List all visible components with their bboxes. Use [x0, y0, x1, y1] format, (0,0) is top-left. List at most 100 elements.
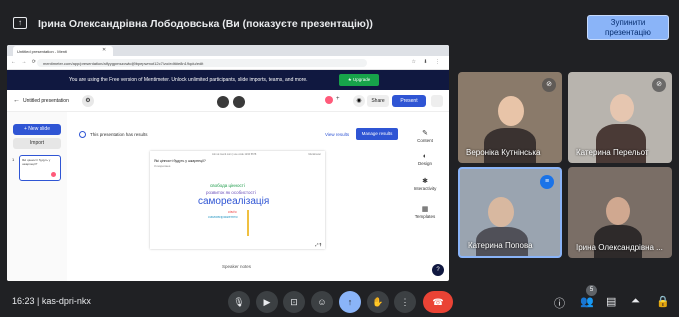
microphone-button[interactable]: 🎙: [228, 291, 250, 313]
upgrade-banner: You are using the Free version of Mentim…: [7, 70, 449, 90]
browser-nav-icons[interactable]: ← → ⟳: [11, 59, 38, 65]
present-button[interactable]: Present: [392, 95, 426, 107]
tab-title: Untitled presentation - Menti: [17, 49, 68, 54]
word-cloud-word: самовираження: [208, 214, 238, 219]
slide-question: Які цінності будуть у шкарпеції?: [154, 159, 206, 163]
slide-number: 1: [12, 157, 15, 162]
interactivity-panel-button[interactable]: ✱ Interactivity: [405, 177, 445, 191]
settings-icon[interactable]: ⚙: [82, 95, 94, 107]
participant-name: Вероніка Кутнінська: [466, 148, 541, 157]
people-icon[interactable]: 👥: [580, 295, 594, 308]
captions-icon: ⊡: [290, 297, 298, 307]
back-arrow-icon[interactable]: ←: [13, 97, 20, 104]
content-panel-button[interactable]: ✎ Content: [405, 129, 445, 143]
captions-button[interactable]: ⊡: [283, 291, 305, 313]
participant-face: [610, 94, 634, 122]
leave-call-button[interactable]: ☎: [423, 291, 453, 313]
undo-icon[interactable]: [217, 96, 229, 108]
speaker-notes[interactable]: Speaker notes: [222, 264, 251, 269]
thumbnail-text: Які цінності будуть у шкарпеції?: [22, 158, 51, 166]
shared-screen: Untitled presentation - Menti ✕ ← → ⟳ me…: [7, 45, 449, 281]
slide-thumb-indicator: [51, 172, 56, 177]
design-panel-button[interactable]: ◐ Design: [405, 153, 445, 166]
info-icon: [79, 131, 86, 138]
meet-bottom-bar: 16:23 | kas-dpri-nkx 🎙 ▶ ⊡ ☺ ↑ ✋ ⋮ ☎ ⓘ 5…: [0, 285, 679, 317]
slide-brand: Mentimeter: [308, 153, 321, 156]
camera-button[interactable]: ▶: [256, 291, 278, 313]
slide-controls-icon[interactable]: ⤢ ⬆: [315, 242, 322, 247]
interactivity-label: Interactivity: [413, 186, 437, 191]
mic-off-icon: ⊘: [542, 78, 556, 92]
camera-icon: ▶: [263, 297, 271, 307]
browser-tab[interactable]: Untitled presentation - Menti: [13, 46, 113, 56]
design-icon: ◐: [422, 153, 428, 160]
meeting-time: 16:23: [12, 296, 35, 306]
templates-panel-button[interactable]: ▦ Templates: [405, 205, 445, 219]
content-label: Content: [417, 138, 433, 143]
host-controls-icon[interactable]: 🔒: [656, 295, 670, 308]
slide-thumbnail[interactable]: Які цінності будуть у шкарпеції?: [19, 155, 61, 181]
more-options-icon[interactable]: [431, 95, 443, 107]
results-info-bar: This presentation has results: [79, 130, 399, 142]
mic-off-icon: ⊘: [652, 78, 666, 92]
more-vert-icon: ⋮: [400, 297, 410, 307]
presenter-title: Ірина Олександрівна Лободовська (Ви (пок…: [38, 18, 373, 30]
participant-tile-active-speaker[interactable]: ≡ Катерина Попова: [458, 167, 562, 258]
url-field[interactable]: mentimeter.com/app/presentation/alfyygpm…: [37, 59, 367, 67]
manage-results-button[interactable]: Manage results: [356, 128, 398, 140]
participant-face: [488, 197, 514, 227]
browser-extension-icons[interactable]: ☆ ⬇ ⋮: [412, 59, 443, 65]
meeting-info: 16:23 | kas-dpri-nkx: [12, 296, 91, 306]
present-now-button[interactable]: ↑: [339, 291, 361, 313]
menti-toolbar: ← Untitled presentation ⚙ + ◉ Share Pres…: [7, 90, 449, 112]
microphone-icon: 🎙: [233, 297, 245, 307]
raise-hand-button[interactable]: ✋: [367, 291, 389, 313]
emoji-icon: ☺: [317, 297, 327, 307]
redo-icon[interactable]: [233, 96, 245, 108]
participant-tile[interactable]: Ірина Олександрівна ...: [568, 167, 672, 258]
participant-body: [594, 225, 642, 258]
banner-text: You are using the Free version of Mentim…: [69, 77, 308, 83]
preview-eye-icon[interactable]: ◉: [353, 95, 365, 107]
meet-top-bar: ↑ Ірина Олександрівна Лободовська (Ви (п…: [0, 8, 679, 42]
info-icon[interactable]: ⓘ: [554, 295, 565, 311]
chat-icon[interactable]: ▤: [606, 295, 616, 308]
hang-up-icon: ☎: [432, 297, 444, 307]
word-cloud-word: свобода цінності: [210, 183, 245, 188]
present-icon: ↑: [347, 297, 353, 307]
emoji-button[interactable]: ☺: [311, 291, 333, 313]
share-button[interactable]: Share: [367, 95, 389, 107]
hand-icon: ✋: [372, 297, 384, 307]
participant-name: Катерина Попова: [468, 241, 533, 250]
slide-canvas[interactable]: Join at menti.com | use code 1234 5678 M…: [150, 151, 325, 249]
more-options-button[interactable]: ⋮: [394, 291, 416, 313]
new-slide-button[interactable]: + New slide: [13, 124, 61, 135]
results-message: This presentation has results: [90, 132, 148, 137]
activities-icon[interactable]: ⏶: [631, 295, 640, 308]
import-button[interactable]: Import: [13, 138, 61, 149]
upgrade-button[interactable]: ★ Upgrade: [339, 74, 379, 86]
templates-icon: ▦: [421, 206, 429, 213]
participant-tile[interactable]: ⊘ Катерина Перельот: [568, 72, 672, 163]
meeting-code: kas-dpri-nkx: [41, 296, 91, 306]
help-icon[interactable]: ?: [432, 264, 444, 276]
collaborator-avatar[interactable]: [325, 96, 333, 104]
word-cloud-vertical-word: [247, 210, 249, 236]
slide-sidebar: + New slide Import 1 Які цінності будуть…: [7, 112, 67, 281]
participant-tile[interactable]: ⊘ Вероніка Кутнінська: [458, 72, 562, 163]
word-cloud-word: самореалізація: [198, 196, 270, 207]
speaking-indicator-icon: ≡: [540, 175, 554, 189]
presentation-name[interactable]: Untitled presentation: [23, 98, 69, 104]
participant-body: [484, 128, 536, 163]
participant-face: [606, 197, 630, 225]
view-results-link[interactable]: View results: [325, 132, 349, 137]
toolbar-center-icons: [217, 95, 253, 108]
add-collaborator-icon[interactable]: +: [336, 96, 340, 102]
close-icon[interactable]: ✕: [102, 47, 106, 53]
interactivity-icon: ✱: [422, 178, 428, 185]
meeting-separator: |: [37, 296, 40, 306]
slide-join-url: Join at menti.com | use code 1234 5678: [212, 153, 257, 156]
stop-presenting-button[interactable]: Зупинити презентацію: [587, 15, 669, 40]
right-panel: ✎ Content ◐ Design ✱ Interactivity ▦ Templat…: [405, 125, 445, 255]
design-label: Design: [417, 161, 432, 166]
